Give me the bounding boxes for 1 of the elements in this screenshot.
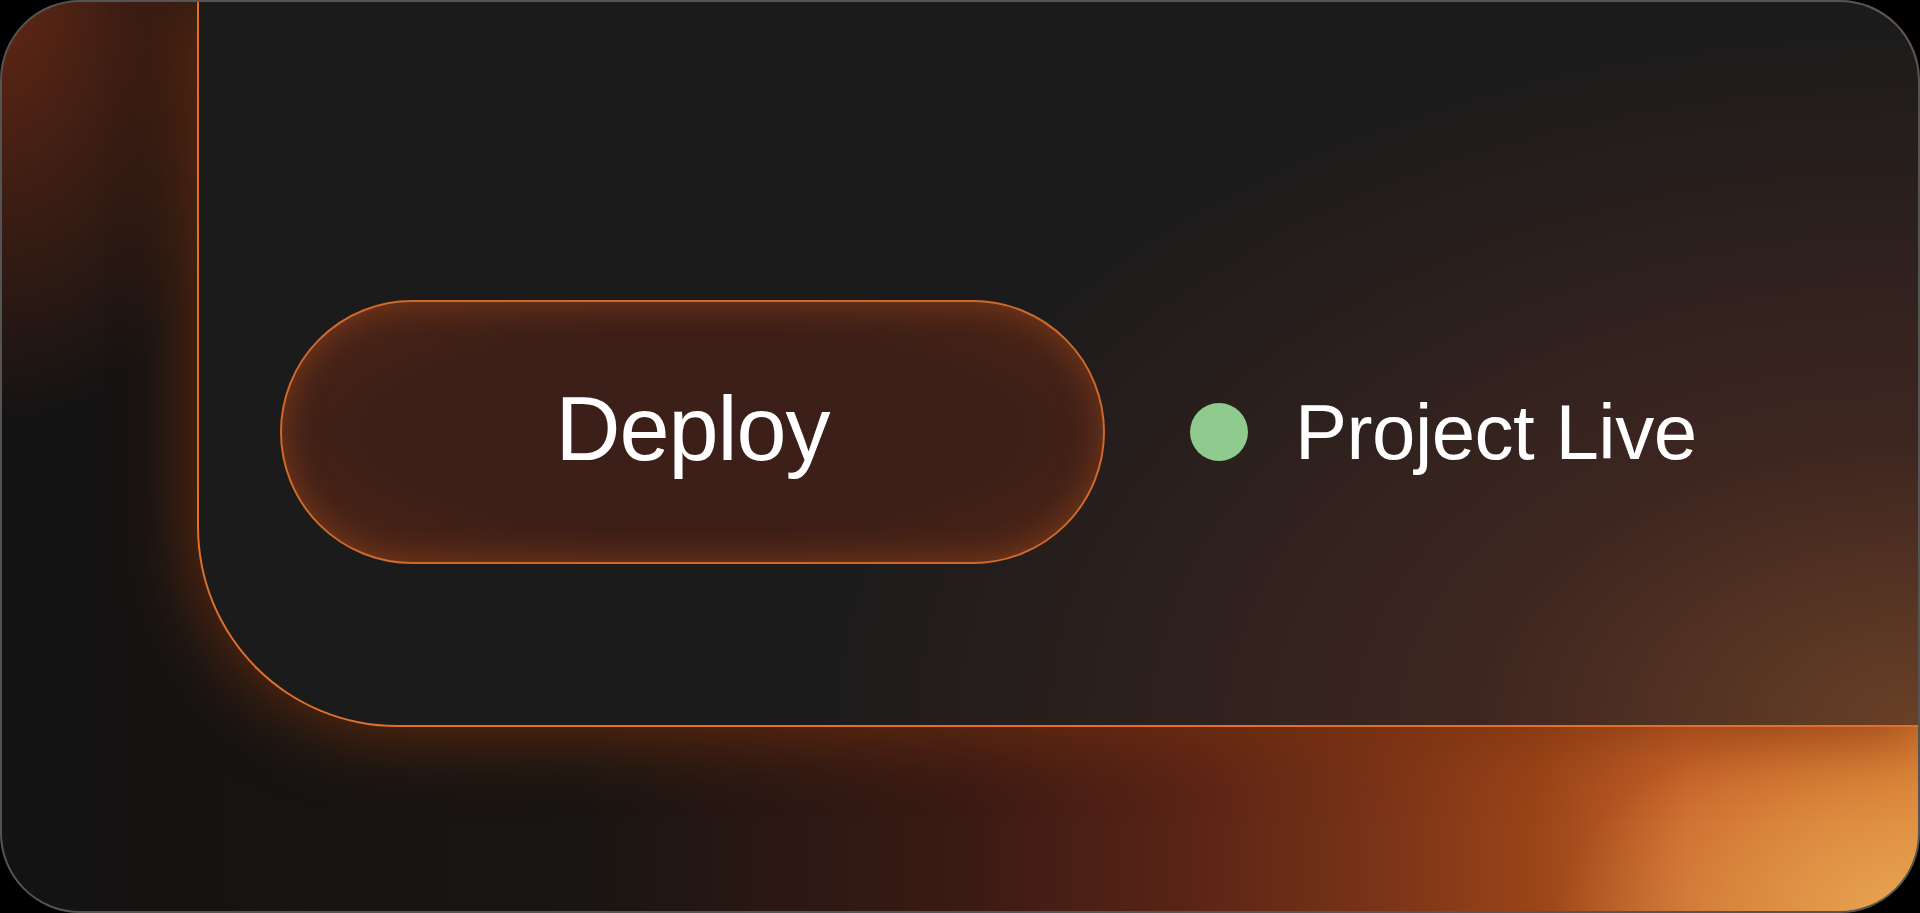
deploy-button[interactable]: Deploy	[280, 300, 1105, 564]
